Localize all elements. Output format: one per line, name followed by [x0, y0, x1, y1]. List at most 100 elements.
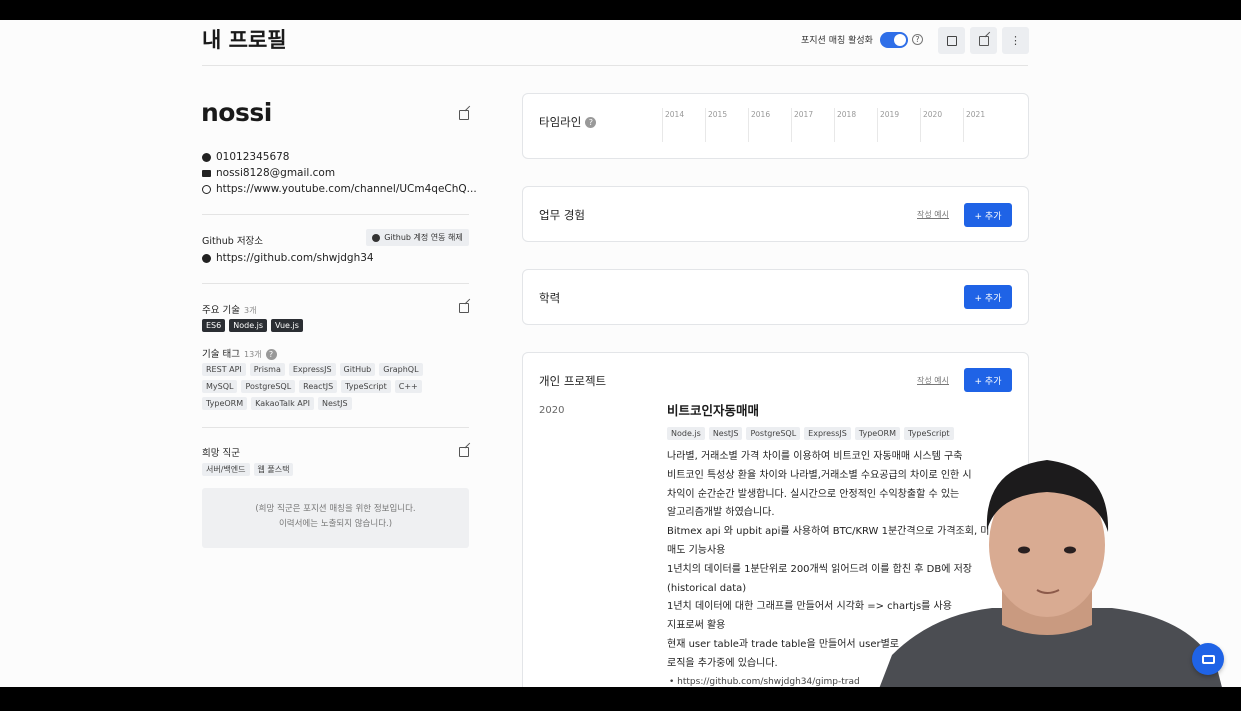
tag-chip: MySQL — [202, 380, 238, 393]
presenter-image — [879, 460, 1222, 687]
tag-chip: GitHub — [339, 363, 376, 376]
tags-label: 기술 태그 13개? — [202, 346, 277, 360]
divider — [202, 214, 469, 215]
tag-chip: TypeORM — [202, 397, 248, 410]
help-icon[interactable]: ? — [912, 34, 923, 45]
tag-chips: REST API Prisma ExpressJS GitHub GraphQL… — [202, 363, 462, 410]
skill-chip: Node.js — [229, 319, 268, 332]
tag-chip: C++ — [394, 380, 422, 393]
profile-page: 내 프로필 포지션 매칭 활성화 ? ⋮ nossi 01012345678 n… — [0, 20, 1241, 687]
divider — [202, 427, 469, 428]
help-icon[interactable]: ? — [265, 349, 277, 360]
year-gridline — [877, 108, 878, 142]
preview-icon — [946, 35, 957, 46]
timeline-year: 2020 — [923, 110, 943, 119]
tag-chip: Prisma — [249, 363, 285, 376]
header-divider — [202, 65, 1028, 66]
timeline-title: 타임라인? — [539, 114, 597, 130]
timeline-year: 2018 — [837, 110, 857, 119]
desired-job-chips: 서버/백엔드 웹 풀스택 — [202, 463, 294, 476]
phone-text: 01012345678 — [216, 151, 290, 163]
tag-chip: GraphQL — [379, 363, 423, 376]
more-button[interactable]: ⋮ — [1002, 27, 1029, 54]
job-chip: 웹 풀스택 — [253, 463, 294, 476]
add-education-button[interactable]: + 추가 — [964, 285, 1012, 309]
skill-chip: Vue.js — [271, 319, 303, 332]
github-unlink-button[interactable]: Github 계정 연동 해제 — [366, 229, 469, 246]
project-tag: Node.js — [667, 427, 705, 440]
timeline-year: 2016 — [751, 110, 771, 119]
tag-chip: KakaoTalk API — [251, 397, 314, 410]
github-url-row: https://github.com/shwjdgh34 — [202, 252, 374, 264]
email-text: nossi8128@gmail.com — [216, 167, 336, 179]
project-link[interactable]: • https://github.com/shwjdgh34/gimp-trad — [669, 677, 860, 687]
globe-icon — [202, 184, 211, 194]
timeline-year: 2017 — [794, 110, 814, 119]
tags-count: 13개 — [243, 350, 262, 359]
project-tag: ExpressJS — [804, 427, 851, 440]
timeline-year: 2015 — [708, 110, 728, 119]
help-icon[interactable]: ? — [585, 117, 597, 128]
desired-job-label: 희망 직군 — [202, 448, 240, 459]
tag-chip: ExpressJS — [288, 363, 336, 376]
work-experience-card: 업무 경험 작성 예시 + 추가 — [522, 186, 1029, 242]
print-icon — [1201, 654, 1215, 664]
timeline-card: 타임라인? 2014 2015 2016 2017 2018 2019 2020… — [522, 93, 1029, 159]
website-row: https://www.youtube.com/channel/UCm4qeCh… — [202, 183, 477, 195]
timeline-year: 2019 — [880, 110, 900, 119]
add-work-button[interactable]: + 추가 — [964, 203, 1012, 227]
year-gridline — [705, 108, 706, 142]
profile-name: nossi — [201, 98, 272, 127]
skill-chip: ES6 — [202, 319, 226, 332]
github-unlink-label: Github 계정 연동 해제 — [384, 233, 463, 242]
preview-button[interactable] — [938, 27, 965, 54]
work-example-link[interactable]: 작성 예시 — [917, 209, 949, 220]
work-experience-title: 업무 경험 — [539, 208, 585, 222]
edit-profile-icon[interactable] — [459, 110, 469, 120]
notice-line: 이력서에는 노출되지 않습니다.) — [278, 519, 393, 529]
project-year: 2020 — [539, 405, 565, 416]
phone-icon — [202, 152, 211, 162]
project-tag: NestJS — [708, 427, 743, 440]
education-card: 학력 + 추가 — [522, 269, 1029, 325]
divider — [202, 283, 469, 284]
projects-example-link[interactable]: 작성 예시 — [917, 375, 949, 386]
position-matching-label: 포지션 매칭 활성화 — [801, 36, 873, 46]
email-row: nossi8128@gmail.com — [202, 167, 335, 179]
more-vertical-icon: ⋮ — [1010, 34, 1021, 47]
github-icon — [372, 233, 381, 242]
project-title[interactable]: 비트코인자동매매 — [667, 400, 759, 419]
timeline-year: 2021 — [966, 110, 986, 119]
tag-chip: NestJS — [317, 397, 352, 410]
webcam-overlay — [872, 440, 1227, 687]
edit-resume-button[interactable] — [970, 27, 997, 54]
timeline-year: 2014 — [665, 110, 685, 119]
add-project-button[interactable]: + 추가 — [964, 368, 1012, 392]
year-gridline — [748, 108, 749, 142]
github-url[interactable]: https://github.com/shwjdgh34 — [216, 252, 374, 264]
education-title: 학력 — [539, 291, 561, 305]
project-tag: TypeScript — [903, 427, 954, 440]
edit-desired-job-icon[interactable] — [459, 447, 469, 457]
github-section-label: Github 저장소 — [202, 236, 264, 247]
edit-icon — [978, 35, 989, 46]
year-gridline — [791, 108, 792, 142]
year-gridline — [963, 108, 964, 142]
position-matching-toggle[interactable] — [880, 32, 908, 48]
mail-icon — [202, 169, 211, 177]
tag-chip: ReactJS — [299, 380, 338, 393]
skills-chips: ES6 Node.js Vue.js — [202, 319, 303, 332]
skills-label: 주요 기술 3개 — [202, 302, 256, 316]
year-gridline — [920, 108, 921, 142]
website-link[interactable]: https://www.youtube.com/channel/UCm4qeCh… — [216, 183, 477, 195]
tags-title: 기술 태그 — [202, 349, 240, 360]
desired-job-notice: (희망 직군은 포지션 매칭을 위한 정보입니다. 이력서에는 노출되지 않습니… — [202, 488, 469, 548]
timeline-title-text: 타임라인 — [539, 115, 582, 129]
project-link-text[interactable]: https://github.com/shwjdgh34/gimp-trad — [677, 677, 860, 687]
tag-chip: TypeScript — [341, 380, 391, 393]
skills-count: 3개 — [243, 306, 257, 315]
edit-skills-icon[interactable] — [459, 303, 469, 313]
year-gridline — [662, 108, 663, 142]
projects-title: 개인 프로젝트 — [539, 374, 607, 388]
print-button[interactable] — [1192, 643, 1224, 675]
